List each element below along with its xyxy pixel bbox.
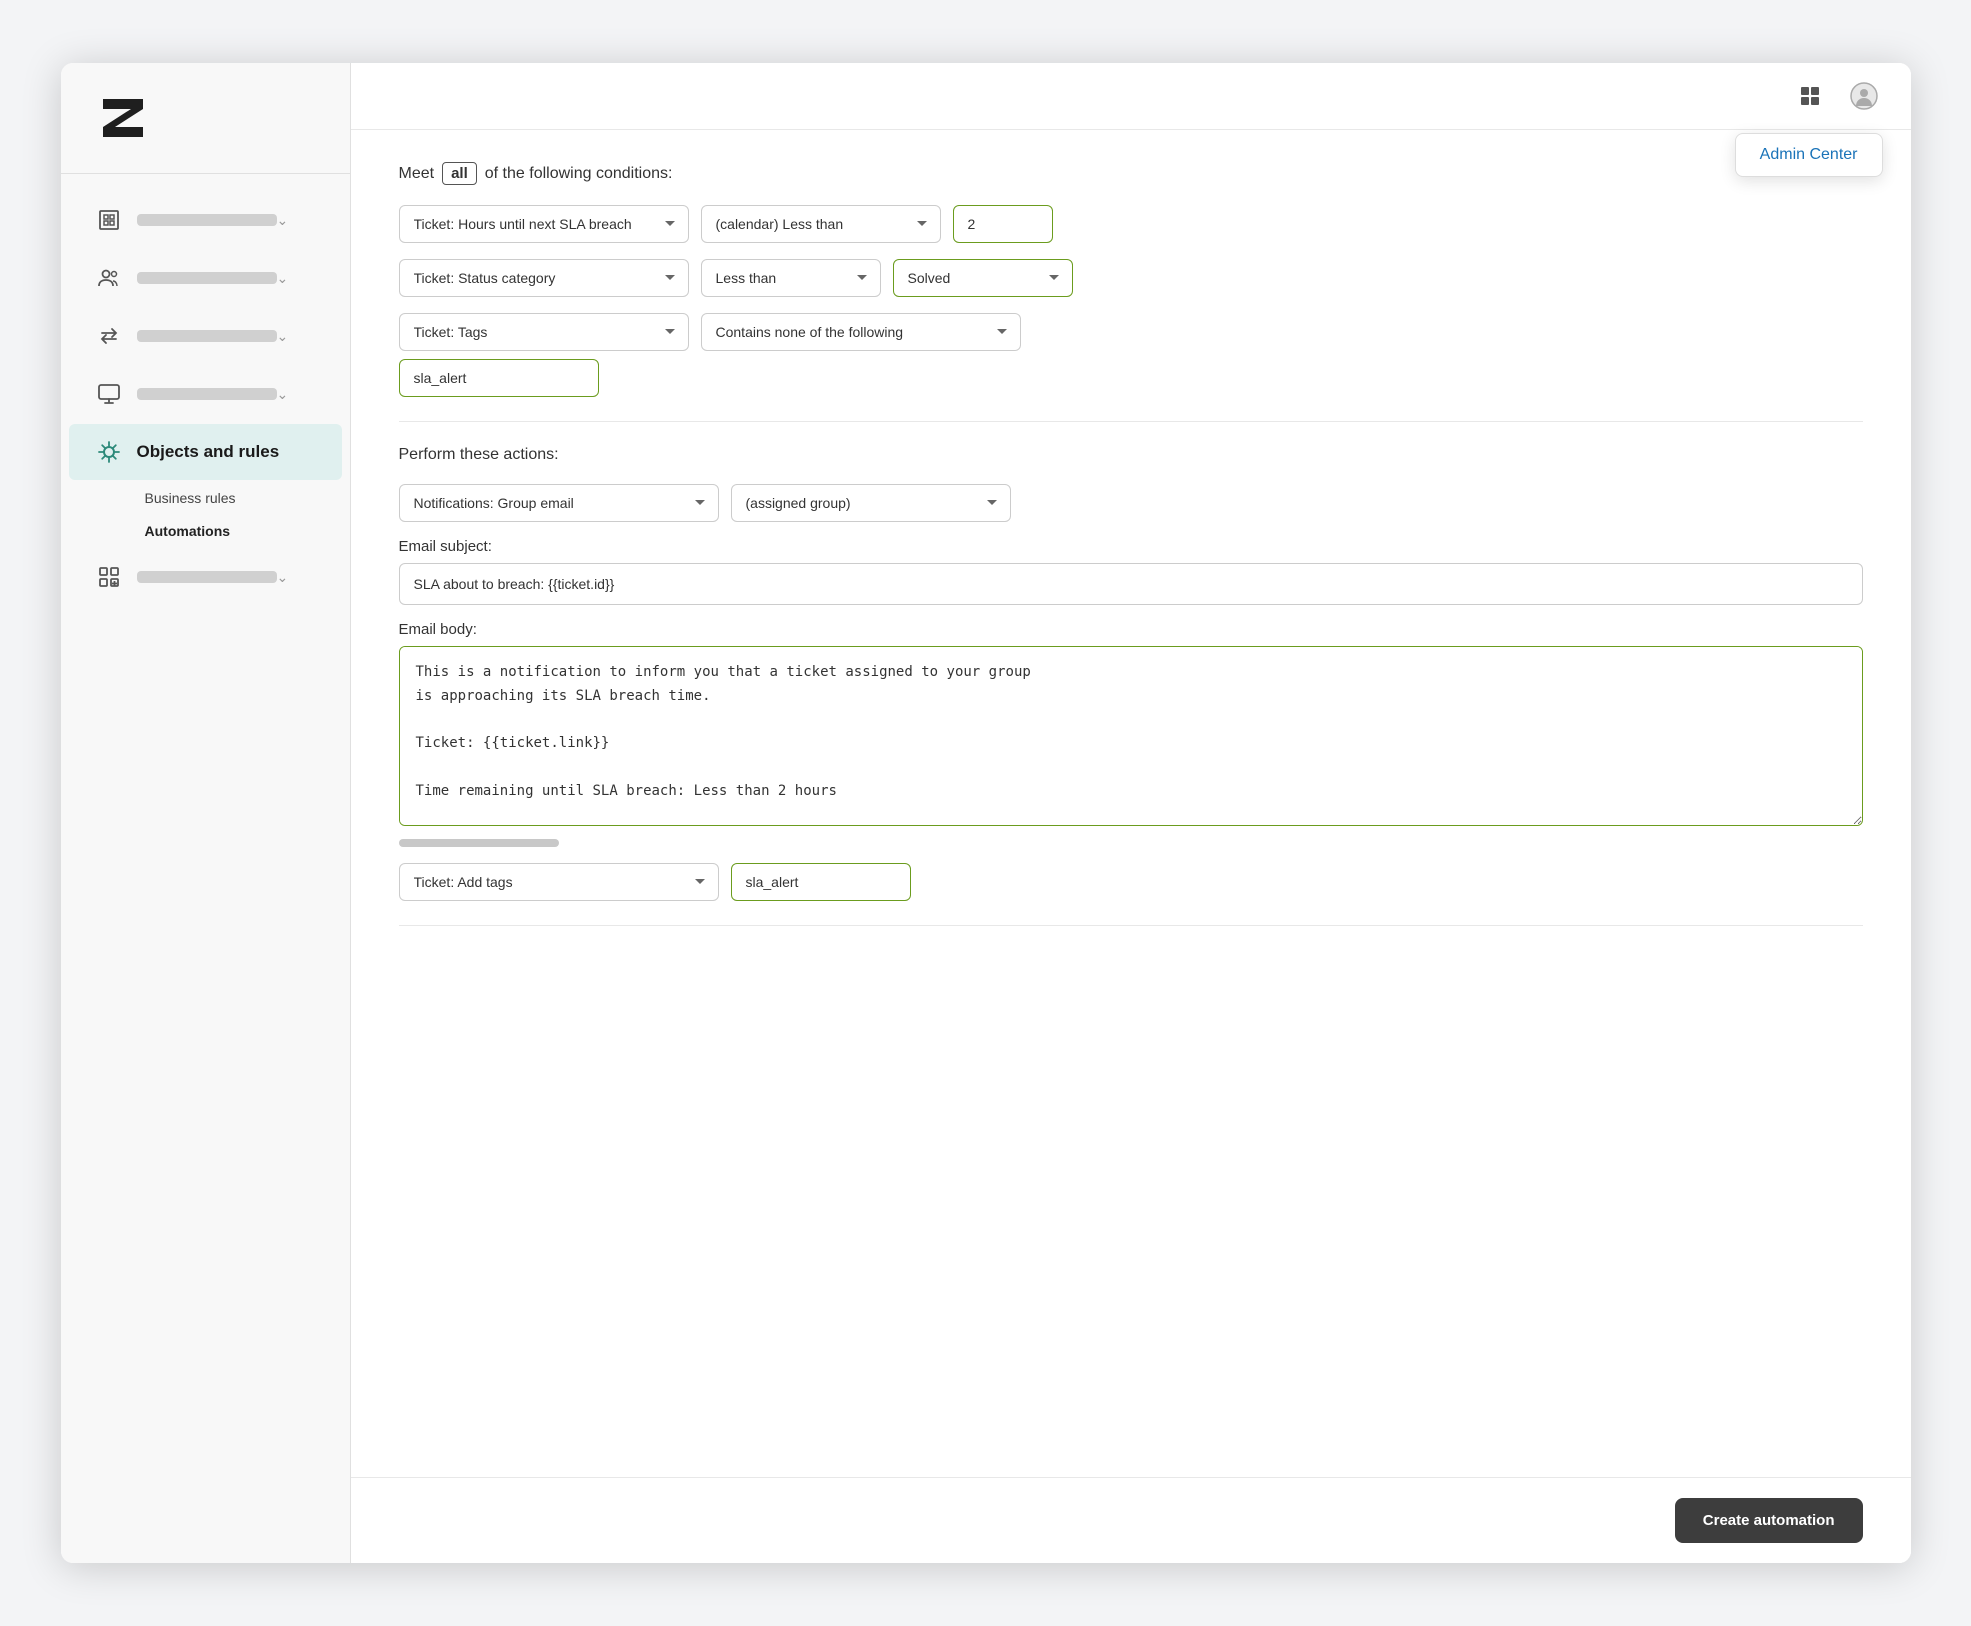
top-bar-icons: [1791, 77, 1883, 115]
condition-row-2: Ticket: Status category Less than Solved: [399, 259, 1863, 297]
nav-label-placeholder-monitor: [137, 388, 277, 400]
zendesk-logo-icon: [93, 91, 153, 145]
footer-bar: Create automation: [351, 1477, 1911, 1563]
monitor-icon: [93, 378, 125, 410]
add-tags-action-select[interactable]: Ticket: Add tags: [399, 863, 719, 901]
condition-tag-input-3[interactable]: [399, 359, 599, 397]
meet-label: Meet: [399, 165, 435, 183]
user-avatar-icon[interactable]: [1845, 77, 1883, 115]
chevron-down-icon-4: ⌄: [277, 386, 289, 403]
create-automation-button[interactable]: Create automation: [1675, 1498, 1863, 1543]
nav-label-placeholder-arrows: [137, 330, 277, 342]
add-tags-value-input[interactable]: [731, 863, 911, 901]
conditions-header: Meet all of the following conditions:: [399, 162, 1863, 185]
chevron-down-icon-3: ⌄: [277, 328, 289, 345]
nav-label-placeholder-grid: [137, 571, 277, 583]
grid-plus-icon: [93, 561, 125, 593]
sidebar-item-objects-label: Objects and rules: [137, 442, 318, 462]
sidebar-item-people[interactable]: ⌄: [69, 250, 342, 306]
condition-operator-select-1[interactable]: (calendar) Less than: [701, 205, 941, 243]
condition-value-input-1[interactable]: [953, 205, 1053, 243]
divider-1: [399, 421, 1863, 422]
of-label: of the following conditions:: [485, 165, 673, 183]
condition-field-select-3[interactable]: Ticket: Tags: [399, 313, 689, 351]
chevron-down-icon-5: ⌄: [277, 569, 289, 586]
condition-field-select-2[interactable]: Ticket: Status category: [399, 259, 689, 297]
actions-header: Perform these actions:: [399, 446, 1863, 464]
grid-icon-topbar[interactable]: [1791, 77, 1829, 115]
admin-center-link[interactable]: Admin Center: [1760, 146, 1858, 163]
action-select-1[interactable]: Notifications: Group email: [399, 484, 719, 522]
action-row-1: Notifications: Group email (assigned gro…: [399, 484, 1863, 522]
condition-field-select-1[interactable]: Ticket: Hours until next SLA breach: [399, 205, 689, 243]
building-icon: [93, 204, 125, 236]
people-icon: [93, 262, 125, 294]
sidebar: ⌄ ⌄ ⌄: [61, 63, 351, 1563]
scrollbar-stub[interactable]: [399, 839, 559, 847]
email-body-textarea[interactable]: This is a notification to inform you tha…: [399, 646, 1863, 826]
chevron-down-icon: ⌄: [277, 212, 289, 229]
condition-row-1: Ticket: Hours until next SLA breach (cal…: [399, 205, 1863, 243]
admin-center-dropdown: Admin Center: [1735, 133, 1883, 177]
sub-nav-automations[interactable]: Automations: [129, 515, 350, 547]
logo-area: [61, 63, 350, 174]
main-content: Admin Center Meet all of the following c…: [351, 63, 1911, 1563]
content-area: Meet all of the following conditions: Ti…: [351, 130, 1911, 1477]
condition-row-3: Ticket: Tags Contains none of the follow…: [399, 313, 1863, 397]
sidebar-item-building[interactable]: ⌄: [69, 192, 342, 248]
email-subject-label: Email subject:: [399, 538, 1863, 555]
sidebar-item-grid[interactable]: ⌄: [69, 549, 342, 605]
sidebar-nav: ⌄ ⌄ ⌄: [61, 174, 350, 1563]
arrows-icon: [93, 320, 125, 352]
bottom-action-row: Ticket: Add tags: [399, 863, 1863, 901]
top-bar: Admin Center: [351, 63, 1911, 130]
sidebar-item-monitor[interactable]: ⌄: [69, 366, 342, 422]
chevron-down-icon-2: ⌄: [277, 270, 289, 287]
nav-label-placeholder-building: [137, 214, 277, 226]
condition-value-select-2[interactable]: Solved: [893, 259, 1073, 297]
condition-operator-select-3[interactable]: Contains none of the following: [701, 313, 1021, 351]
all-badge[interactable]: all: [442, 162, 477, 185]
objects-icon: [93, 436, 125, 468]
sub-nav-business-rules[interactable]: Business rules: [129, 482, 350, 514]
email-body-label: Email body:: [399, 621, 1863, 638]
email-subject-input[interactable]: [399, 563, 1863, 605]
action-value-select-1[interactable]: (assigned group): [731, 484, 1011, 522]
sidebar-item-arrows[interactable]: ⌄: [69, 308, 342, 364]
nav-label-placeholder-people: [137, 272, 277, 284]
sidebar-item-objects[interactable]: Objects and rules: [69, 424, 342, 480]
sub-nav: Business rules Automations: [61, 482, 350, 547]
condition-operator-select-2[interactable]: Less than: [701, 259, 881, 297]
divider-2: [399, 925, 1863, 926]
